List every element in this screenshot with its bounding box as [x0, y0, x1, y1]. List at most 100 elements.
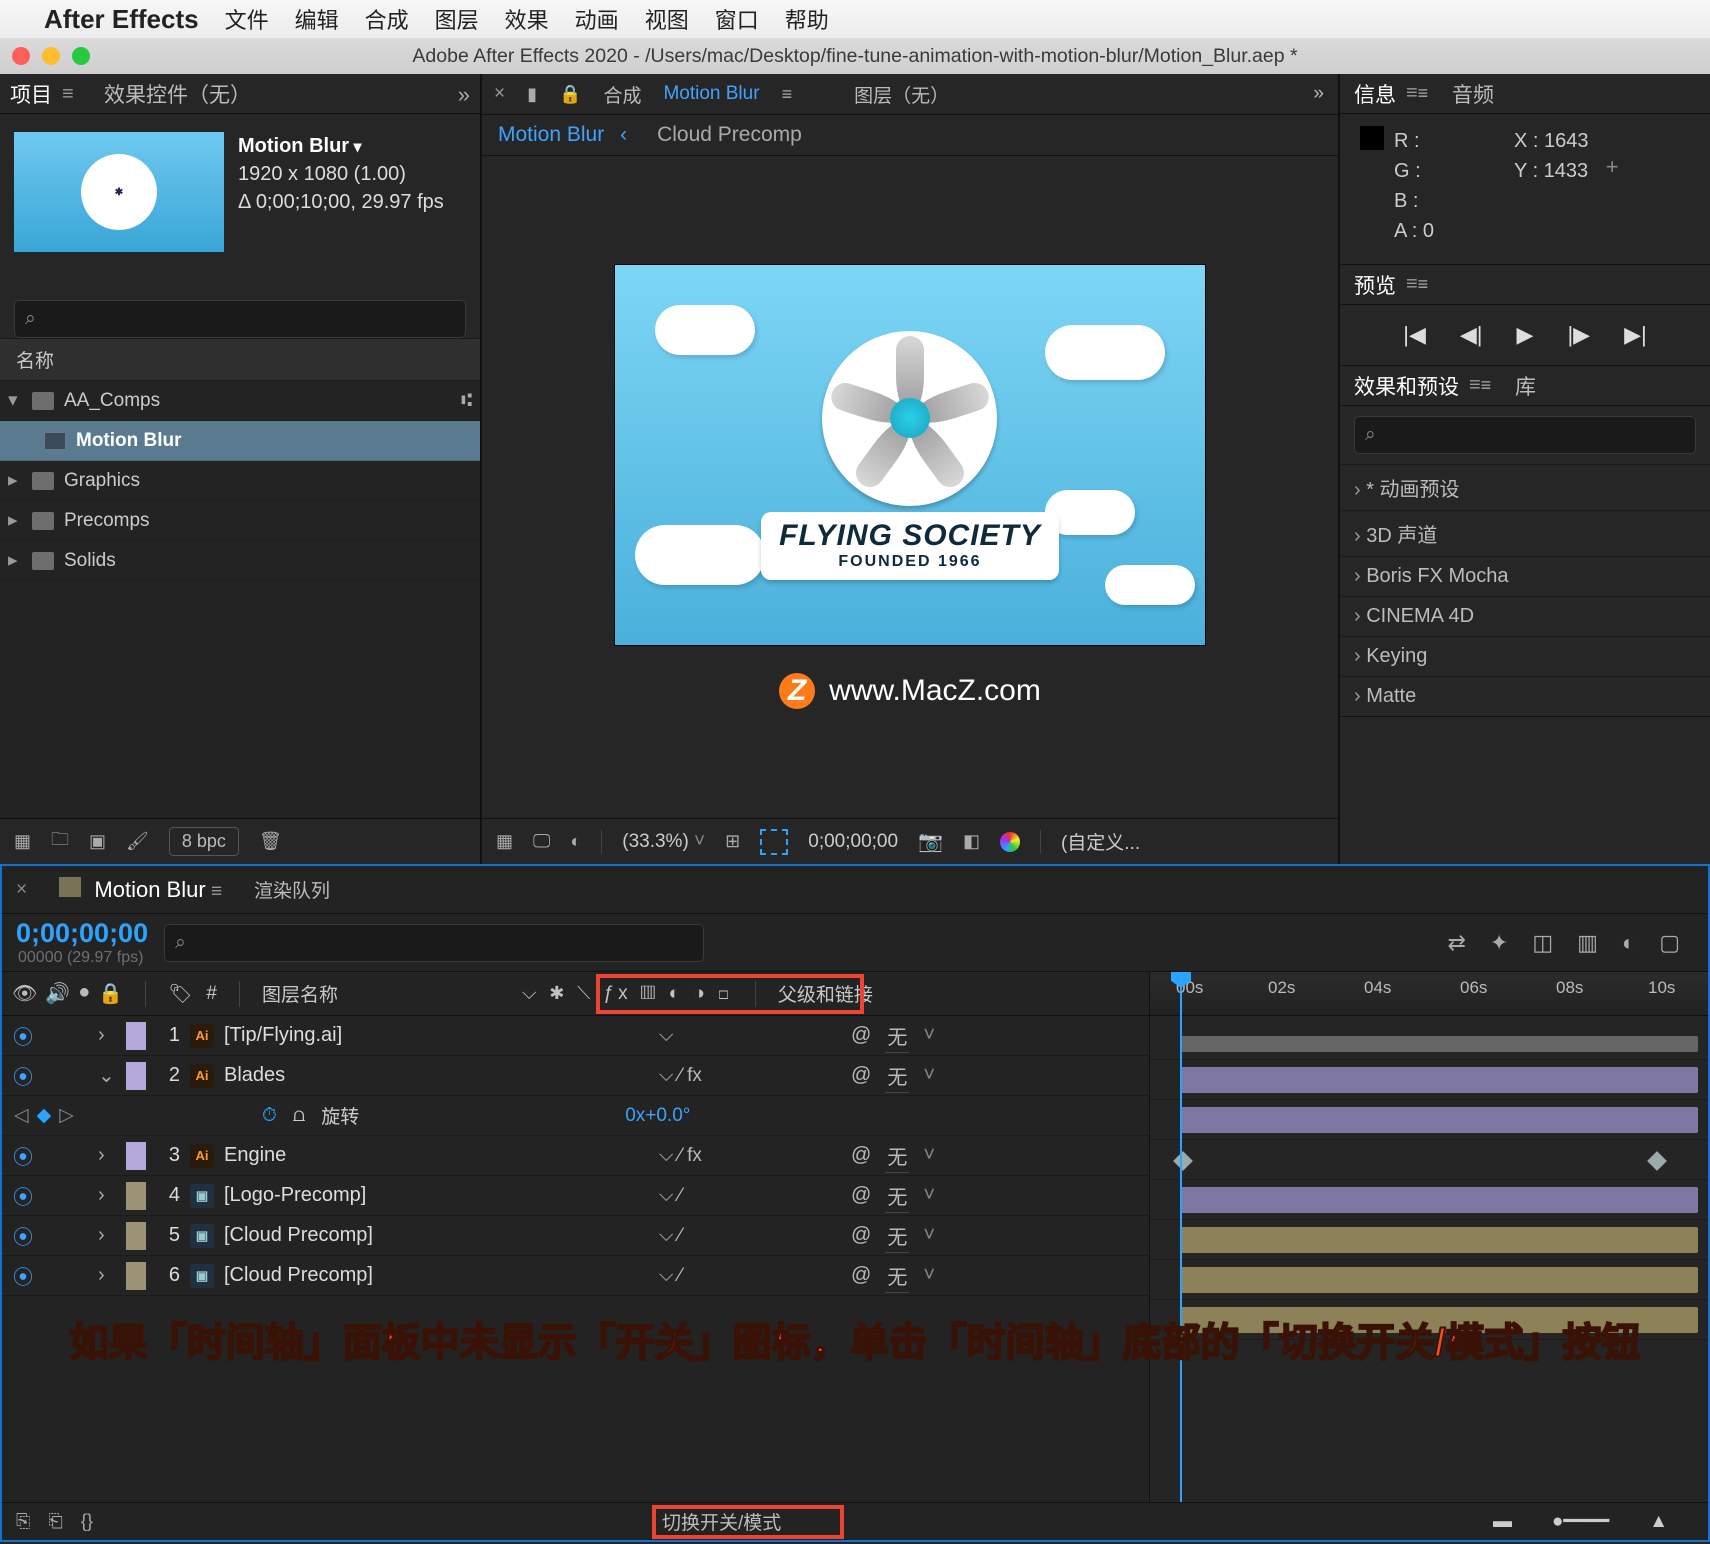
project-search-input[interactable]: ⌕: [14, 300, 466, 338]
effects-category[interactable]: * 动画预设: [1340, 464, 1710, 510]
label-color-chip[interactable]: [126, 1142, 146, 1170]
panel-menu-icon[interactable]: [62, 82, 78, 106]
toggle-inout-icon[interactable]: {}: [81, 1511, 93, 1532]
layer-track[interactable]: [1150, 1300, 1708, 1340]
visibility-toggle-icon[interactable]: ⦿: [12, 1061, 34, 1090]
layer-switches[interactable]: ⌵ ⁄: [659, 1225, 839, 1247]
stopwatch-icon[interactable]: ⏱: [262, 1105, 277, 1127]
close-icon[interactable]: [12, 47, 30, 65]
label-color-chip[interactable]: [126, 1062, 146, 1090]
time-ruler[interactable]: 00s 02s 04s 06s 08s 10s: [1150, 972, 1708, 1016]
channel-icon[interactable]: ◧: [963, 831, 980, 852]
bpc-toggle[interactable]: 8 bpc: [169, 827, 239, 856]
layer-row[interactable]: ⦿›6▣[Cloud Precomp]⌵ ⁄@无˅: [2, 1256, 1149, 1296]
effects-category[interactable]: Matte: [1340, 676, 1710, 716]
menu-window[interactable]: 窗口: [715, 3, 759, 35]
resolution-icon[interactable]: ⊞: [725, 831, 740, 852]
parent-dropdown[interactable]: 无: [885, 1059, 909, 1093]
layername-col-header[interactable]: 图层名称: [262, 980, 338, 1007]
visibility-toggle-icon[interactable]: ⦿: [12, 1141, 34, 1170]
tab-audio[interactable]: 音频: [1452, 79, 1494, 109]
layer-bar[interactable]: [1180, 1227, 1698, 1253]
effects-category[interactable]: Boris FX Mocha: [1340, 556, 1710, 596]
graph-editor-icon[interactable]: ▢: [1659, 930, 1680, 956]
effects-category[interactable]: Keying: [1340, 636, 1710, 676]
trash-icon[interactable]: 🗑: [259, 831, 282, 852]
visibility-toggle-icon[interactable]: ⦿: [12, 1221, 34, 1250]
next-keyframe-icon[interactable]: ▷: [59, 1104, 74, 1127]
menu-help[interactable]: 帮助: [785, 3, 829, 35]
zoom-in-icon[interactable]: ▲: [1649, 1511, 1668, 1533]
prev-frame-icon[interactable]: ◀|: [1460, 322, 1483, 348]
panel-menu-icon[interactable]: [211, 881, 222, 902]
shy-icon[interactable]: ◫: [1532, 930, 1553, 956]
layer-bar[interactable]: [1180, 1307, 1698, 1333]
pickwhip-icon[interactable]: @: [851, 1024, 871, 1047]
folder-precomps[interactable]: ▸ Precomps: [0, 501, 480, 541]
chevron-down-icon[interactable]: ˅: [923, 1264, 935, 1287]
twirl-icon[interactable]: ›: [98, 1184, 116, 1207]
menu-file[interactable]: 文件: [225, 3, 269, 35]
label-color-chip[interactable]: [126, 1262, 146, 1290]
rotation-value[interactable]: 0x+0.0°: [625, 1105, 690, 1127]
lock-col-icon[interactable]: 🔒: [98, 981, 123, 1006]
solo-col-icon[interactable]: ●: [78, 981, 90, 1006]
effects-search-input[interactable]: ⌕: [1354, 416, 1696, 454]
toggle-modes-icon[interactable]: ⎗: [48, 1511, 62, 1532]
prev-keyframe-icon[interactable]: ◁: [14, 1104, 29, 1127]
twirl-icon[interactable]: ⌄: [98, 1063, 116, 1088]
color-management-icon[interactable]: [1000, 832, 1020, 852]
effects-category[interactable]: 3D 声道: [1340, 510, 1710, 556]
menu-layer[interactable]: 图层: [435, 3, 479, 35]
visibility-toggle-icon[interactable]: ⦿: [12, 1261, 34, 1290]
panel-overflow-icon[interactable]: »: [1313, 83, 1324, 105]
current-timecode[interactable]: 0;00;00;00: [16, 918, 148, 949]
app-name[interactable]: After Effects: [44, 4, 199, 35]
toggle-switches-icon[interactable]: ⎘: [16, 1511, 30, 1532]
twirl-icon[interactable]: ›: [98, 1144, 116, 1167]
layer-switches[interactable]: ⌵ ⁄ fx: [659, 1065, 839, 1087]
comp-motion-blur[interactable]: Motion Blur: [0, 421, 480, 461]
audio-col-icon[interactable]: 🔊: [45, 981, 70, 1006]
chevron-down-icon[interactable]: ˅: [923, 1064, 935, 1087]
breadcrumb-cloud-precomp[interactable]: Cloud Precomp: [657, 123, 802, 147]
chevron-down-icon[interactable]: ˅: [923, 1224, 935, 1247]
pickwhip-icon[interactable]: @: [851, 1224, 871, 1247]
menu-edit[interactable]: 编辑: [295, 3, 339, 35]
visibility-col-icon[interactable]: 👁: [12, 981, 37, 1006]
panel-menu-icon[interactable]: ≡: [782, 84, 793, 105]
interpret-footage-icon[interactable]: ▦: [14, 831, 31, 852]
keyframe-lane[interactable]: [1150, 1140, 1708, 1180]
flowchart-icon[interactable]: ⑆: [461, 390, 472, 411]
label-col-icon[interactable]: 🏷: [168, 982, 192, 1006]
keyframe-icon[interactable]: [1647, 1151, 1667, 1171]
tab-effects-presets[interactable]: 效果和预设 ≡: [1354, 371, 1485, 401]
chevron-down-icon[interactable]: ˅: [923, 1144, 935, 1167]
parent-dropdown[interactable]: 无: [885, 1139, 909, 1173]
new-folder-icon[interactable]: 🗀: [51, 827, 69, 857]
layer-row[interactable]: ⦿›3AiEngine⌵ ⁄ fx@无˅: [2, 1136, 1149, 1176]
add-keyframe-icon[interactable]: ◆: [37, 1104, 52, 1127]
label-color-chip[interactable]: [126, 1222, 146, 1250]
folder-graphics[interactable]: ▸ Graphics: [0, 461, 480, 501]
panel-menu-icon[interactable]: ≡: [1406, 273, 1422, 296]
close-tab-icon[interactable]: ×: [494, 83, 505, 105]
pickwhip-icon[interactable]: @: [851, 1144, 871, 1167]
parent-dropdown[interactable]: 无: [885, 1019, 909, 1053]
project-column-name[interactable]: 名称: [0, 338, 480, 381]
tab-comp-name[interactable]: Motion Blur: [663, 83, 759, 105]
twirl-icon[interactable]: ›: [98, 1224, 116, 1247]
work-area-bar[interactable]: [1150, 1016, 1708, 1060]
graph-icon[interactable]: ⩍: [293, 1105, 305, 1127]
comp-name[interactable]: Motion Blur: [238, 132, 444, 160]
visibility-toggle-icon[interactable]: ⦿: [12, 1021, 34, 1050]
draft3d-icon[interactable]: ✦: [1490, 930, 1508, 956]
zoom-slider[interactable]: ●━━━━: [1552, 1510, 1609, 1533]
breadcrumb-motion-blur[interactable]: Motion Blur ‹: [498, 123, 627, 147]
layer-bar[interactable]: [1180, 1267, 1698, 1293]
panel-menu-icon[interactable]: ≡: [1406, 82, 1422, 105]
parent-dropdown[interactable]: 无: [885, 1259, 909, 1293]
layer-track[interactable]: [1150, 1180, 1708, 1220]
snapshot-icon[interactable]: 📷: [918, 829, 943, 854]
panel-overflow-icon[interactable]: »: [458, 82, 470, 108]
